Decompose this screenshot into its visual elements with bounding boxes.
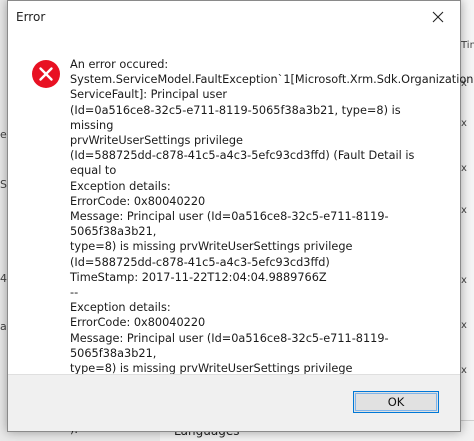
background-text-fragment: 4 (0, 272, 7, 285)
background-text-fragment: x (461, 205, 467, 216)
background-text-fragment: e (0, 128, 7, 141)
ok-button-label: OK (387, 395, 405, 409)
background-text-fragment: Tim (461, 40, 474, 51)
error-icon (32, 60, 60, 88)
background-text-fragment: x (461, 275, 467, 286)
dialog-title: Error (16, 10, 46, 24)
background-text-fragment: x (461, 118, 467, 129)
dialog-content: An error occured: System.ServiceModel.Fa… (8, 35, 473, 436)
dialog-titlebar[interactable]: Error (8, 1, 460, 35)
background-text-fragment: a (0, 320, 7, 333)
ok-button[interactable]: OK (353, 391, 439, 413)
error-dialog: Error An error occured: System.ServiceMo… (7, 0, 473, 436)
background-text-fragment: x (461, 163, 467, 174)
background-text-fragment: x (461, 365, 467, 376)
close-icon (432, 11, 444, 23)
background-text-fragment: S (0, 178, 7, 191)
close-button[interactable] (416, 1, 460, 33)
background-text-fragment: x (461, 320, 467, 331)
dialog-footer: OK (8, 374, 460, 431)
